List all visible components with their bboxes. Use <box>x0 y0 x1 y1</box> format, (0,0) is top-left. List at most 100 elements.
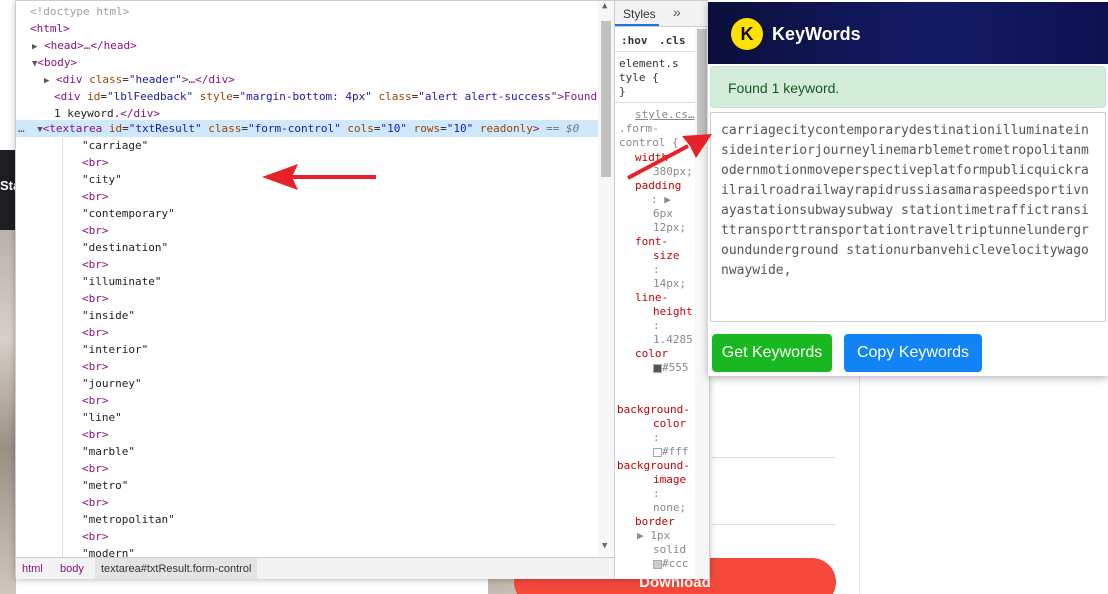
dom-node-br[interactable]: <br> <box>82 188 109 205</box>
dom-node-head[interactable]: ▶ <head>…</head> <box>32 37 137 54</box>
dom-node-text[interactable]: "journey" <box>82 375 142 392</box>
breadcrumb-textarea[interactable]: textarea#txtResult.form-control <box>95 558 258 579</box>
dom-node-br[interactable]: <br> <box>82 494 109 511</box>
dom-node-br[interactable]: <br> <box>82 324 109 341</box>
stylesheet-link[interactable]: style.cs… <box>635 108 695 122</box>
element-style-rule[interactable]: element.s <box>619 57 679 71</box>
dom-node-div-header[interactable]: ▶ <div class="header">…</div> <box>44 71 235 88</box>
styles-scrollbar[interactable] <box>695 27 709 579</box>
breadcrumb-html[interactable]: html <box>22 563 43 575</box>
expand-triangle-icon[interactable]: ▶ <box>664 193 671 206</box>
background-divider <box>712 524 836 525</box>
dom-node-br[interactable]: <br> <box>82 426 109 443</box>
dom-node-br[interactable]: <br> <box>82 528 109 545</box>
expand-triangle-icon[interactable]: ▶ <box>637 529 644 542</box>
element-style-rule[interactable]: } <box>619 85 626 99</box>
color-swatch-icon[interactable] <box>653 447 662 457</box>
scrollbar-thumb[interactable] <box>601 21 611 177</box>
prop-font-size[interactable]: font- <box>635 235 668 249</box>
dom-node-textarea-selected[interactable]: … ▼<textarea id="txtResult" class="form-… <box>16 120 599 137</box>
prop-width[interactable]: width <box>635 151 668 165</box>
tab-styles[interactable]: Styles <box>623 7 656 21</box>
expand-triangle-icon[interactable]: ▶ <box>32 42 37 52</box>
prop-bg-color-value[interactable]: #fff <box>653 445 689 459</box>
color-value-text: #fff <box>662 445 689 458</box>
dom-node-text[interactable]: "interior" <box>82 341 148 358</box>
prop-background-color[interactable]: background- <box>617 403 690 417</box>
prop-border-value[interactable]: ▶ 1px <box>637 529 670 543</box>
dom-node-text[interactable]: "contemporary" <box>82 205 175 222</box>
dom-node-text[interactable]: "destination" <box>82 239 168 256</box>
prop-line-height[interactable]: line- <box>635 291 668 305</box>
color-swatch-icon[interactable] <box>653 363 662 373</box>
dom-node-br[interactable]: <br> <box>82 154 109 171</box>
prop-color[interactable]: color <box>635 347 668 361</box>
attr-value: "margin-bottom: 4px" <box>239 90 372 103</box>
breadcrumb-body[interactable]: body <box>60 563 84 575</box>
prop-padding-value[interactable]: 6px <box>653 207 673 221</box>
rule-divider <box>615 102 695 103</box>
prop-line-height-value[interactable]: 1.4285 <box>653 333 693 347</box>
dom-node-br[interactable]: <br> <box>82 460 109 477</box>
prop-background-image[interactable]: background- <box>617 459 690 473</box>
more-actions-icon[interactable]: … <box>18 122 25 135</box>
color-value-text: #ccc <box>662 557 689 570</box>
more-tabs-icon[interactable]: » <box>673 4 681 20</box>
prop-padding-value[interactable]: 12px; <box>653 221 686 235</box>
dom-node-br[interactable]: <br> <box>82 290 109 307</box>
dom-node-text[interactable]: "city" <box>82 171 122 188</box>
cls-toggle[interactable]: .cls <box>659 34 686 47</box>
expand-triangle-icon[interactable]: ▶ <box>44 76 49 86</box>
background-dark-banner: Sta <box>0 150 20 230</box>
element-style-rule[interactable]: tyle { <box>619 71 659 85</box>
keywords-popup: K KeyWords Found 1 keyword. carriagecity… <box>708 0 1108 376</box>
elements-tree[interactable]: <!doctype html> <html> ▶ <head>…</head> … <box>16 1 614 557</box>
prop-background-color[interactable]: color <box>653 417 686 431</box>
attr-name: id <box>87 90 101 103</box>
dom-node-br[interactable]: <br> <box>82 256 109 273</box>
prop-line-height[interactable]: height <box>653 305 693 319</box>
hov-toggle[interactable]: :hov <box>621 34 648 47</box>
dom-node-br[interactable]: <br> <box>82 392 109 409</box>
dom-node-text[interactable]: "illuminate" <box>82 273 161 290</box>
dom-node-text[interactable]: "carriage" <box>82 137 148 154</box>
prop-font-size-value[interactable]: 14px; <box>653 277 686 291</box>
keywords-logo-icon: K <box>731 18 763 50</box>
dom-node-text[interactable]: "metro" <box>82 477 128 494</box>
devtools-panel: <!doctype html> <html> ▶ <head>…</head> … <box>15 0 710 579</box>
scrollbar-thumb[interactable] <box>697 29 707 139</box>
color-swatch-icon[interactable] <box>653 559 662 569</box>
dom-node-text[interactable]: "marble" <box>82 443 135 460</box>
prop-border-value[interactable]: solid <box>653 543 686 557</box>
prop-font-size[interactable]: size <box>653 249 680 263</box>
prop-colon: : <box>653 431 660 444</box>
prop-width-value[interactable]: 380px; <box>653 165 693 179</box>
dom-node-html[interactable]: <html> <box>30 20 70 37</box>
feedback-alert: Found 1 keyword. <box>710 66 1106 108</box>
scroll-down-icon[interactable]: ▼ <box>602 541 607 551</box>
tag-name: <div <box>56 73 83 86</box>
keywords-result-textarea[interactable]: carriagecitycontemporarydestinationillum… <box>710 112 1106 322</box>
prop-border-color[interactable]: #ccc <box>653 557 689 571</box>
dom-node-text[interactable]: "metropolitan" <box>82 511 175 528</box>
dom-node-br[interactable]: <br> <box>82 358 109 375</box>
dom-node-br[interactable]: <br> <box>82 222 109 239</box>
attr-value: "txtResult" <box>128 122 202 135</box>
get-keywords-button[interactable]: Get Keywords <box>712 334 832 372</box>
prop-padding[interactable]: padding <box>635 179 681 193</box>
prop-border[interactable]: border <box>635 515 675 529</box>
scroll-up-icon[interactable]: ▲ <box>602 1 607 11</box>
background-photo-left <box>0 230 16 594</box>
node-text: 1 keyword. <box>54 107 121 120</box>
dom-node-text[interactable]: "line" <box>82 409 122 426</box>
dom-node-doctype[interactable]: <!doctype html> <box>30 3 129 20</box>
dom-node-body[interactable]: ▼<body> <box>32 54 77 71</box>
copy-keywords-button[interactable]: Copy Keywords <box>844 334 982 372</box>
dom-node-text[interactable]: "modern" <box>82 545 135 557</box>
prop-background-image[interactable]: image <box>653 473 686 487</box>
dom-node-text[interactable]: "inside" <box>82 307 135 324</box>
prop-color-value[interactable]: #555 <box>653 361 689 375</box>
prop-bg-image-value[interactable]: none; <box>653 501 686 515</box>
dom-node-div-feedback[interactable]: <div id="lblFeedback" style="margin-bott… <box>54 88 597 105</box>
elements-scrollbar[interactable]: ▲ ▼ <box>598 1 614 557</box>
